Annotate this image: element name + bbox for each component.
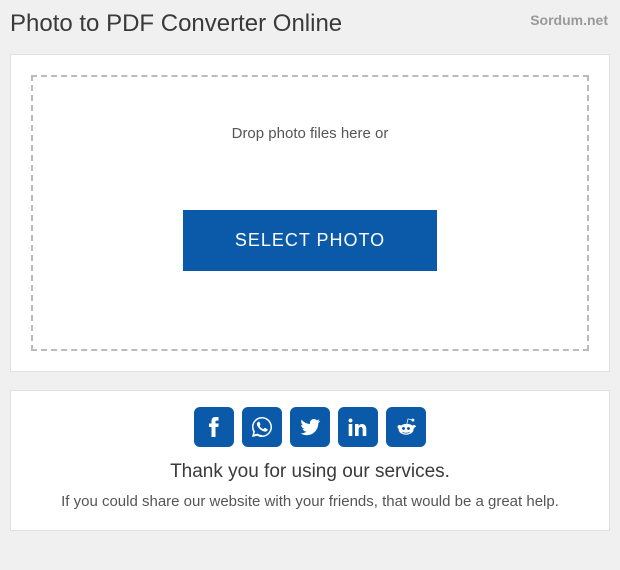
share-help-text: If you could share our website with your… [21,493,599,510]
drop-zone[interactable]: Drop photo files here or SELECT PHOTO [31,75,589,351]
header: Photo to PDF Converter Online Sordum.net [0,0,620,46]
linkedin-icon[interactable] [338,407,378,447]
facebook-icon[interactable] [194,407,234,447]
drop-zone-text: Drop photo files here or [232,125,389,142]
thank-you-text: Thank you for using our services. [21,461,599,483]
reddit-icon[interactable] [386,407,426,447]
brand-label: Sordum.net [530,12,608,28]
upload-card: Drop photo files here or SELECT PHOTO [10,54,610,372]
select-photo-button[interactable]: SELECT PHOTO [183,210,437,271]
share-card: Thank you for using our services. If you… [10,390,610,531]
page-title: Photo to PDF Converter Online [10,10,342,38]
twitter-icon[interactable] [290,407,330,447]
whatsapp-icon[interactable] [242,407,282,447]
share-icons-row [21,407,599,447]
